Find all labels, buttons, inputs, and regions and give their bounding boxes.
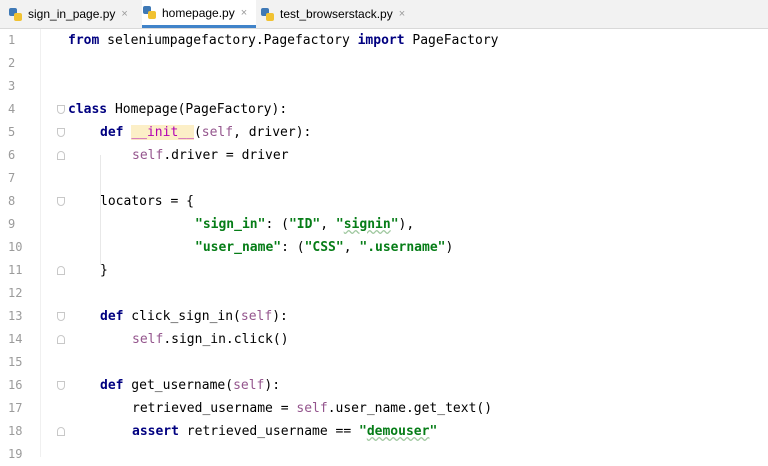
code-text: click_sign_in( — [123, 309, 241, 324]
self-keyword: self — [233, 378, 265, 393]
code-line: } — [100, 259, 108, 282]
self-keyword: self — [132, 332, 164, 347]
code-text: ), — [398, 217, 415, 232]
python-file-icon — [8, 7, 23, 22]
string-literal: "sign_in" — [195, 217, 266, 232]
code-line: "user_name": ("CSS", ".username") — [195, 236, 453, 259]
keyword: class — [68, 102, 108, 117]
code-line: self.sign_in.click() — [132, 328, 289, 351]
string-literal: ".username" — [359, 240, 446, 255]
close-icon[interactable]: × — [399, 8, 405, 20]
self-keyword: self — [201, 125, 234, 140]
self-keyword: self — [240, 309, 273, 324]
string-literal-spellcheck: demouser — [366, 424, 430, 439]
string-literal: "CSS" — [304, 240, 344, 255]
code-line: def get_username(self): — [100, 374, 280, 397]
code-text: retrieved_username == — [178, 424, 359, 439]
fold-marker-icon[interactable] — [57, 128, 65, 137]
fold-marker-icon[interactable] — [57, 427, 65, 436]
editor-tab-bar: sign_in_page.py × homepage.py × test_bro… — [0, 0, 768, 29]
code-line: def click_sign_in(self): — [100, 305, 288, 328]
code-text: get_username( — [123, 378, 234, 393]
keyword: def — [100, 309, 124, 324]
python-file-icon — [260, 7, 275, 22]
string-literal: " — [358, 424, 367, 439]
keyword: from — [68, 33, 100, 48]
keyword: import — [357, 33, 405, 48]
magic-method: __init__ — [131, 125, 194, 140]
code-text: ): — [272, 309, 288, 324]
close-icon[interactable]: × — [241, 7, 247, 19]
tab-label: test_browserstack.py — [280, 7, 393, 21]
keyword: def — [100, 378, 124, 393]
code-text: retrieved_username = — [132, 401, 297, 416]
fold-marker-icon[interactable] — [57, 151, 65, 160]
code-text: : ( — [281, 240, 305, 255]
tab-label: sign_in_page.py — [28, 7, 116, 21]
keyword: assert — [132, 424, 179, 439]
code-text: : ( — [265, 217, 289, 232]
code-text: ) — [445, 240, 454, 255]
code-line: class Homepage(PageFactory): — [68, 98, 287, 121]
code-line: def __init__(self, driver): — [100, 121, 311, 144]
string-literal: " — [390, 217, 399, 232]
code-text: PageFactory — [404, 33, 499, 48]
code-text: , — [320, 217, 336, 232]
code-text: } — [100, 263, 108, 278]
keyword: def — [100, 125, 124, 140]
tab-test-browserstack[interactable]: test_browserstack.py × — [260, 0, 420, 28]
code-text: ( — [193, 125, 202, 140]
tab-label: homepage.py — [162, 5, 235, 20]
code-line: locators = { — [100, 190, 194, 213]
code-line: retrieved_username = self.user_name.get_… — [132, 397, 492, 420]
string-literal: "user_name" — [195, 240, 282, 255]
fold-marker-icon[interactable] — [57, 105, 65, 114]
code-text: ): — [264, 378, 281, 393]
python-file-icon — [142, 5, 157, 20]
tab-homepage[interactable]: homepage.py × — [142, 0, 256, 28]
code-line: from seleniumpagefactory.Pagefactory imp… — [68, 29, 498, 52]
string-literal: " — [335, 217, 344, 232]
code-line: self.driver = driver — [132, 144, 289, 167]
fold-marker-icon[interactable] — [57, 335, 65, 344]
code-text: , driver): — [233, 125, 312, 140]
fold-marker-icon[interactable] — [57, 197, 65, 206]
self-keyword: self — [132, 148, 164, 163]
string-literal: " — [429, 424, 438, 439]
string-literal-spellcheck: signin — [343, 217, 391, 232]
string-literal: "ID" — [288, 217, 321, 232]
tab-sign-in-page[interactable]: sign_in_page.py × — [8, 0, 140, 28]
code-text: .user_name.get_text() — [327, 401, 493, 416]
code-text: Homepage(PageFactory): — [107, 102, 288, 117]
code-text: , — [343, 240, 360, 255]
close-icon[interactable]: × — [121, 8, 127, 20]
code-text: .sign_in.click() — [163, 332, 289, 347]
code-line: assert retrieved_username == "demouser" — [132, 420, 437, 443]
code-line: "sign_in": ("ID", "signin"), — [195, 213, 414, 236]
code-text: locators = { — [100, 194, 194, 209]
code-text: .driver = driver — [163, 148, 289, 163]
fold-marker-icon[interactable] — [57, 381, 65, 390]
self-keyword: self — [296, 401, 328, 416]
fold-marker-icon[interactable] — [57, 312, 65, 321]
code-editor[interactable]: from seleniumpagefactory.Pagefactory imp… — [0, 29, 768, 457]
code-text: seleniumpagefactory.Pagefactory — [99, 33, 358, 48]
fold-marker-icon[interactable] — [57, 266, 65, 275]
